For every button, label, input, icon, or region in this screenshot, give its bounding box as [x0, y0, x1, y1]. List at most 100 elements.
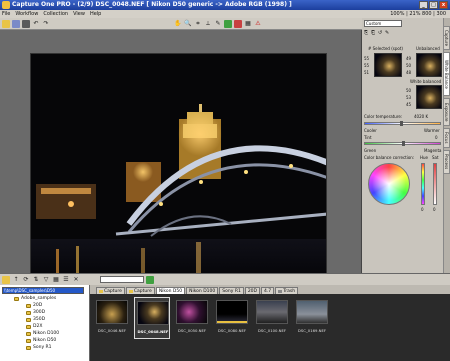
tree-item[interactable]: Nikon D50 — [26, 338, 56, 343]
main-photo[interactable] — [30, 53, 327, 279]
thumbnail[interactable]: DSC_0100.NEF — [254, 297, 290, 339]
unbalanced-preview — [416, 53, 442, 77]
grid-icon[interactable]: ▦ — [244, 20, 252, 28]
saturation-bar[interactable] — [433, 163, 437, 205]
tab-capture[interactable]: Capture — [443, 26, 450, 50]
path-field[interactable]: \\temp\DSC_samples\D50 — [2, 287, 84, 294]
copy-icon[interactable]: ⎘ — [364, 31, 369, 36]
tree-item[interactable]: 350D — [26, 317, 45, 322]
compare-icon[interactable] — [234, 19, 242, 28]
tab-sony-r1[interactable]: Sony R1 — [219, 287, 244, 294]
menu-collection[interactable]: Collection — [43, 11, 68, 17]
thumbnail-view-icon[interactable]: ▦ — [52, 276, 60, 284]
color-temp-slider[interactable] — [364, 121, 441, 126]
tab-capture-1[interactable]: Capture — [96, 287, 125, 294]
thumbnail[interactable]: DSC_0169.NEF — [294, 297, 330, 339]
sat-value: 0 — [433, 207, 436, 212]
color-temp-label: Color temperature: — [364, 114, 403, 119]
picker-icon[interactable]: ✎ — [385, 31, 390, 36]
thumbnail[interactable]: DSC_0046.NEF — [94, 297, 130, 339]
rotate-right-icon[interactable]: ↷ — [42, 20, 50, 28]
paste-icon[interactable]: ⎗ — [371, 31, 376, 36]
tab-process[interactable]: Process — [443, 150, 450, 174]
tree-item[interactable]: 20D — [26, 303, 42, 308]
folder-icon — [14, 296, 19, 301]
tint-value[interactable]: 0 — [435, 135, 438, 140]
browse-icon[interactable] — [2, 275, 10, 284]
filter-icon[interactable]: ▽ — [42, 276, 50, 284]
color-temp-knob[interactable] — [400, 121, 403, 126]
thumbnail[interactable]: DSC_0050.NEF — [174, 297, 210, 339]
picker-icon[interactable]: ✎ — [214, 20, 222, 28]
delete-icon[interactable]: ✕ — [72, 276, 80, 284]
tint-knob[interactable] — [402, 141, 405, 146]
tab-exposure[interactable]: Exposure — [443, 98, 450, 126]
tree-item[interactable]: D2X — [26, 324, 42, 329]
vertical-tab-strip: Capture White Balance Exposure Focus Pro… — [443, 18, 450, 273]
thumbnail-image — [176, 300, 208, 324]
close-button[interactable]: x — [439, 1, 448, 9]
thumbnail[interactable]: DSC_0080.NEF — [214, 297, 250, 339]
color-temp-value[interactable]: 4020 K — [414, 114, 428, 119]
thumbnail-filename: DSC_0050.NEF — [177, 328, 207, 333]
tree-item[interactable]: Adobe_samples — [14, 296, 56, 301]
thumbnail-size-field[interactable] — [100, 276, 144, 283]
folder-tree-pane: \\temp\DSC_samples\D50 Adobe_samples 20D… — [0, 285, 90, 361]
hue-bar[interactable] — [421, 163, 425, 205]
tree-item[interactable]: Sony R1 — [26, 345, 52, 350]
tree-item[interactable]: Nikon D100 — [26, 331, 59, 336]
zoom-icon[interactable]: 🔍 — [184, 20, 192, 28]
white-balanced-label: White balanced — [410, 79, 442, 84]
reset-icon[interactable]: ↺ — [378, 31, 383, 36]
tree-item[interactable]: 300D — [26, 310, 45, 315]
b3-value: 45 — [406, 102, 412, 107]
preset-select[interactable]: Custom — [364, 20, 402, 27]
hue-label: Hue — [420, 155, 429, 160]
sort-icon[interactable]: ⇅ — [32, 276, 40, 284]
g2-value: 50 — [406, 63, 412, 68]
open-icon[interactable] — [2, 19, 10, 28]
folder-icon — [26, 303, 31, 308]
thumbnail-image — [137, 301, 169, 325]
tab-capture-2[interactable]: Capture — [125, 287, 155, 294]
save-icon[interactable] — [12, 19, 20, 28]
white-balanced-preview — [416, 85, 442, 109]
hand-icon[interactable]: ✋ — [174, 20, 182, 28]
rotate-left-icon[interactable]: ↶ — [32, 20, 40, 28]
menu-help[interactable]: Help — [90, 11, 101, 17]
capture-folder-icon[interactable] — [146, 275, 154, 284]
tint-slider[interactable] — [364, 141, 441, 146]
tab-20d[interactable]: 20D — [244, 287, 261, 294]
refresh-icon[interactable]: ⟳ — [22, 276, 30, 284]
b2-value: 48 — [406, 70, 412, 75]
crop-icon[interactable]: ⌗ — [194, 20, 202, 28]
thumbnail-image — [296, 300, 328, 324]
tab-trash[interactable]: Trash — [275, 287, 299, 294]
loupe-icon[interactable] — [224, 19, 232, 28]
capture-icon[interactable] — [22, 19, 30, 28]
menu-view[interactable]: View — [73, 11, 85, 17]
zoom-status: 100% | 21% 800 | 300 — [390, 11, 446, 17]
b-value: 51 — [364, 70, 370, 75]
tab-white-balance[interactable]: White Balance — [443, 52, 450, 96]
minimize-button[interactable]: _ — [419, 1, 428, 9]
thumbnail-filename: DSC_0100.NEF — [257, 328, 287, 333]
image-viewer[interactable] — [0, 30, 362, 279]
maximize-button[interactable]: □ — [429, 1, 438, 9]
tab-nikon-d100[interactable]: Nikon D100 — [186, 287, 219, 294]
tab-focus[interactable]: Focus — [443, 128, 450, 148]
list-view-icon[interactable]: ☰ — [62, 276, 70, 284]
menu-workflow[interactable]: Workflow — [15, 11, 38, 17]
folder-up-icon[interactable]: ↑ — [12, 276, 20, 284]
warning-icon[interactable]: ⚠ — [254, 20, 262, 28]
menu-file[interactable]: File — [2, 11, 10, 17]
thumbnail-selected[interactable]: DSC_0048.NEF — [134, 297, 170, 339]
tab-4-7[interactable]: 4.7 — [261, 287, 275, 294]
thumbnail-image — [96, 300, 128, 324]
night-bridge-photo — [31, 54, 326, 278]
g-value: 55 — [364, 63, 370, 68]
straighten-icon[interactable]: ⟂ — [204, 20, 212, 28]
hue-value: 0 — [421, 207, 424, 212]
color-balance-wheel[interactable] — [368, 163, 410, 205]
tab-nikon-d50[interactable]: Nikon D50 — [155, 287, 186, 294]
